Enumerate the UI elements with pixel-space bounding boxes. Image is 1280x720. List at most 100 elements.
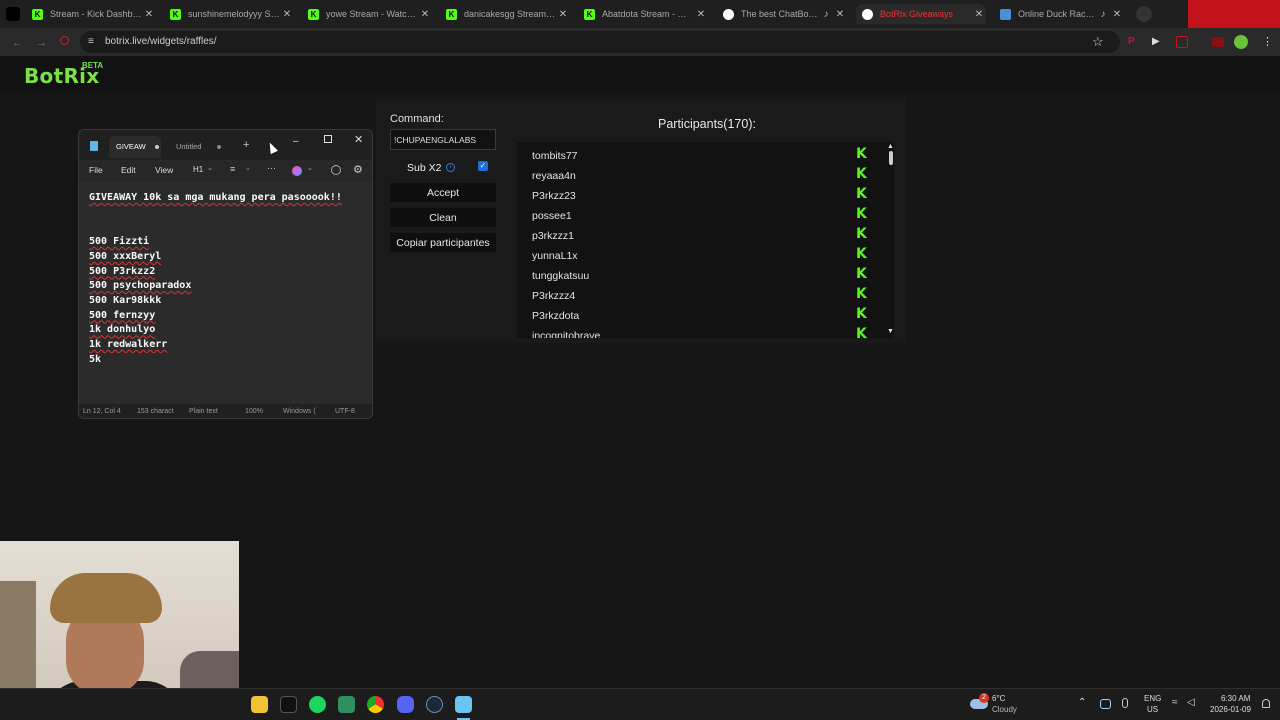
browser-tab[interactable]: BotRix Giveaways ✕	[856, 4, 986, 24]
browser-menu-dots-icon[interactable]: ⋮	[1262, 35, 1273, 48]
heading-dropdown[interactable]: H1	[193, 165, 203, 174]
steam-icon[interactable]	[426, 696, 443, 713]
browser-menu-icon[interactable]	[6, 7, 20, 21]
close-tab-icon[interactable]: ✕	[972, 9, 986, 20]
forward-icon[interactable]: →	[36, 37, 47, 49]
tiktok-icon[interactable]	[280, 696, 297, 713]
settings-gear-icon[interactable]: ⚙	[353, 163, 363, 176]
close-tab-icon[interactable]: ✕	[142, 9, 156, 20]
site-info-icon[interactable]: ≡	[88, 36, 94, 47]
extension-red-icon[interactable]	[1212, 37, 1224, 47]
notepad-tab-label: Untitled	[176, 142, 202, 151]
info-icon[interactable]: i	[446, 163, 455, 172]
microphone-icon[interactable]	[1122, 698, 1128, 708]
browser-tab[interactable]: The best ChatBot and Stream tools♪✕	[717, 4, 847, 24]
extension-icon[interactable]: P	[1128, 36, 1140, 48]
close-tab-icon[interactable]: ✕	[418, 9, 432, 20]
participants-list[interactable]: tombits77 Kreyaaa4n K P3rkzz23 Kpossee1 Kp3rk…	[517, 142, 894, 338]
status-zoom[interactable]: 100%	[245, 408, 263, 415]
scrollbar-thumb[interactable]	[889, 151, 893, 165]
bookmark-star-icon[interactable]: ☆	[1092, 34, 1104, 50]
notification-bell-icon[interactable]	[1262, 699, 1270, 708]
close-tab-icon[interactable]: ✕	[556, 9, 570, 20]
participant-name: tombits77	[532, 150, 578, 162]
participant-row[interactable]: p3rkzzz1 K	[532, 226, 872, 246]
browser-tab[interactable]: Kyowe Stream - Watch Live on Kick✕	[302, 4, 432, 24]
accept-button[interactable]: Accept	[390, 183, 496, 202]
kick-icon: K	[446, 8, 457, 20]
browser-tab[interactable]: Ksunshinemelodyyy Stream - Watch Live on…	[164, 4, 294, 24]
notepad-text-area[interactable]: GIVEAWAY 10k sa mga mukang pera pasooook…	[79, 182, 372, 404]
close-tab-icon[interactable]: ✕	[1110, 9, 1124, 20]
participant-row[interactable]: reyaaa4n K	[532, 166, 872, 186]
clock-time[interactable]: 6:30 AM	[1221, 694, 1250, 703]
minimize-icon[interactable]: –	[293, 136, 299, 147]
reload-icon[interactable]	[60, 36, 69, 45]
list-icon[interactable]: ≡	[230, 164, 235, 174]
participant-name: p3rkzzz1	[532, 230, 575, 242]
browser-tab[interactable]: Kdanicakesgg Stream - Watch Live on Kick…	[440, 4, 570, 24]
participant-row[interactable]: incognitobrave K	[532, 326, 872, 338]
close-tab-icon[interactable]: ✕	[694, 9, 708, 20]
file-explorer-icon[interactable]	[251, 696, 268, 713]
weather-text: Cloudy	[992, 705, 1017, 714]
chrome-icon[interactable]	[367, 696, 384, 713]
participant-row[interactable]: P3rkzz23 K	[532, 186, 872, 206]
participant-row[interactable]: tombits77 K	[532, 146, 872, 166]
account-icon[interactable]	[331, 165, 341, 175]
scroll-up-arrow-icon[interactable]: ▲	[887, 143, 894, 150]
volume-icon[interactable]: ◁	[1187, 697, 1195, 708]
new-tab-plus-icon[interactable]: +	[243, 139, 249, 151]
close-icon[interactable]: ✕	[354, 133, 363, 146]
copilot-icon[interactable]	[292, 166, 302, 176]
chevron-up-icon[interactable]: ⌃	[1078, 697, 1086, 708]
browser-tab[interactable]: K Abatdota Stream - Watch Live on Kick✕	[578, 4, 708, 24]
participant-row[interactable]: possee1 K	[532, 206, 872, 226]
participants-title: Participants(170):	[658, 117, 756, 131]
participant-row[interactable]: P3rkzzz4 K	[532, 286, 872, 306]
participant-row[interactable]: P3rkzdota K	[532, 306, 872, 326]
notepad-line: GIVEAWAY 10k sa mga mukang pera pasooook…	[89, 192, 342, 203]
close-tab-icon[interactable]: ✕	[833, 9, 847, 20]
browser-tab-title: Stream - Kick Dashboard	[50, 9, 142, 19]
command-input[interactable]	[390, 129, 496, 150]
menu-view[interactable]: View	[155, 165, 173, 175]
wifi-icon[interactable]: ≈	[1172, 697, 1178, 708]
speaker-icon[interactable]: ♪	[819, 9, 833, 20]
notepad-line: 1k redwalkerr	[89, 339, 168, 350]
clean-button[interactable]: Clean	[390, 208, 496, 227]
back-icon[interactable]: ←	[12, 37, 23, 49]
terminal-icon[interactable]	[338, 696, 355, 713]
menu-edit[interactable]: Edit	[121, 165, 136, 175]
address-bar[interactable]: ≡ botrix.live/widgets/raffles/ ☆	[80, 31, 1120, 53]
web-icon	[1000, 8, 1011, 20]
subx2-checkbox[interactable]: ✓	[478, 161, 488, 171]
notepad-taskbar-icon[interactable]	[455, 696, 472, 713]
status-position: Ln 12, Col 4	[83, 408, 121, 415]
participant-name: tunggkatsuu	[532, 270, 590, 282]
more-options-icon[interactable]: ⋯	[267, 163, 276, 174]
menu-file[interactable]: File	[89, 165, 103, 175]
beta-badge: BETA	[82, 61, 104, 70]
new-tab-button[interactable]	[1136, 6, 1152, 22]
lang-top[interactable]: ENG	[1144, 694, 1161, 703]
media-play-icon[interactable]: ▶	[1152, 36, 1160, 47]
discord-icon[interactable]	[397, 696, 414, 713]
close-tab-icon[interactable]: ✕	[280, 9, 294, 20]
profile-avatar[interactable]	[1234, 35, 1248, 49]
browser-toolbar: ← → ≡ botrix.live/widgets/raffles/ ☆ P ▶…	[0, 28, 1280, 56]
browser-tab[interactable]: K Stream - Kick Dashboard ✕	[26, 4, 156, 24]
spotify-icon[interactable]	[309, 696, 326, 713]
notepad-menubar: File Edit View H1 ⌄ ≡ ⌄ ⋯ ⌄ ⚙	[79, 160, 372, 182]
extension-record-icon[interactable]	[1176, 36, 1188, 48]
participant-row[interactable]: tunggkatsuu K	[532, 266, 872, 286]
windows-taskbar: 2 6°C Cloudy ⌃ ENG US ≈ ◁ 6:30 AM 2026-0…	[0, 688, 1280, 720]
browser-tab-title: BotRix Giveaways	[880, 9, 954, 19]
copy-participants-button[interactable]: Copiar participantes	[390, 233, 496, 252]
participant-row[interactable]: yunnaL1x K	[532, 246, 872, 266]
speaker-icon[interactable]: ♪	[1096, 9, 1110, 20]
scroll-down-arrow-icon[interactable]: ▼	[887, 328, 894, 335]
command-label: Command:	[390, 113, 444, 125]
browser-tab[interactable]: Online Duck Race Name Picker♪✕	[994, 4, 1124, 24]
maximize-icon[interactable]	[324, 135, 332, 143]
